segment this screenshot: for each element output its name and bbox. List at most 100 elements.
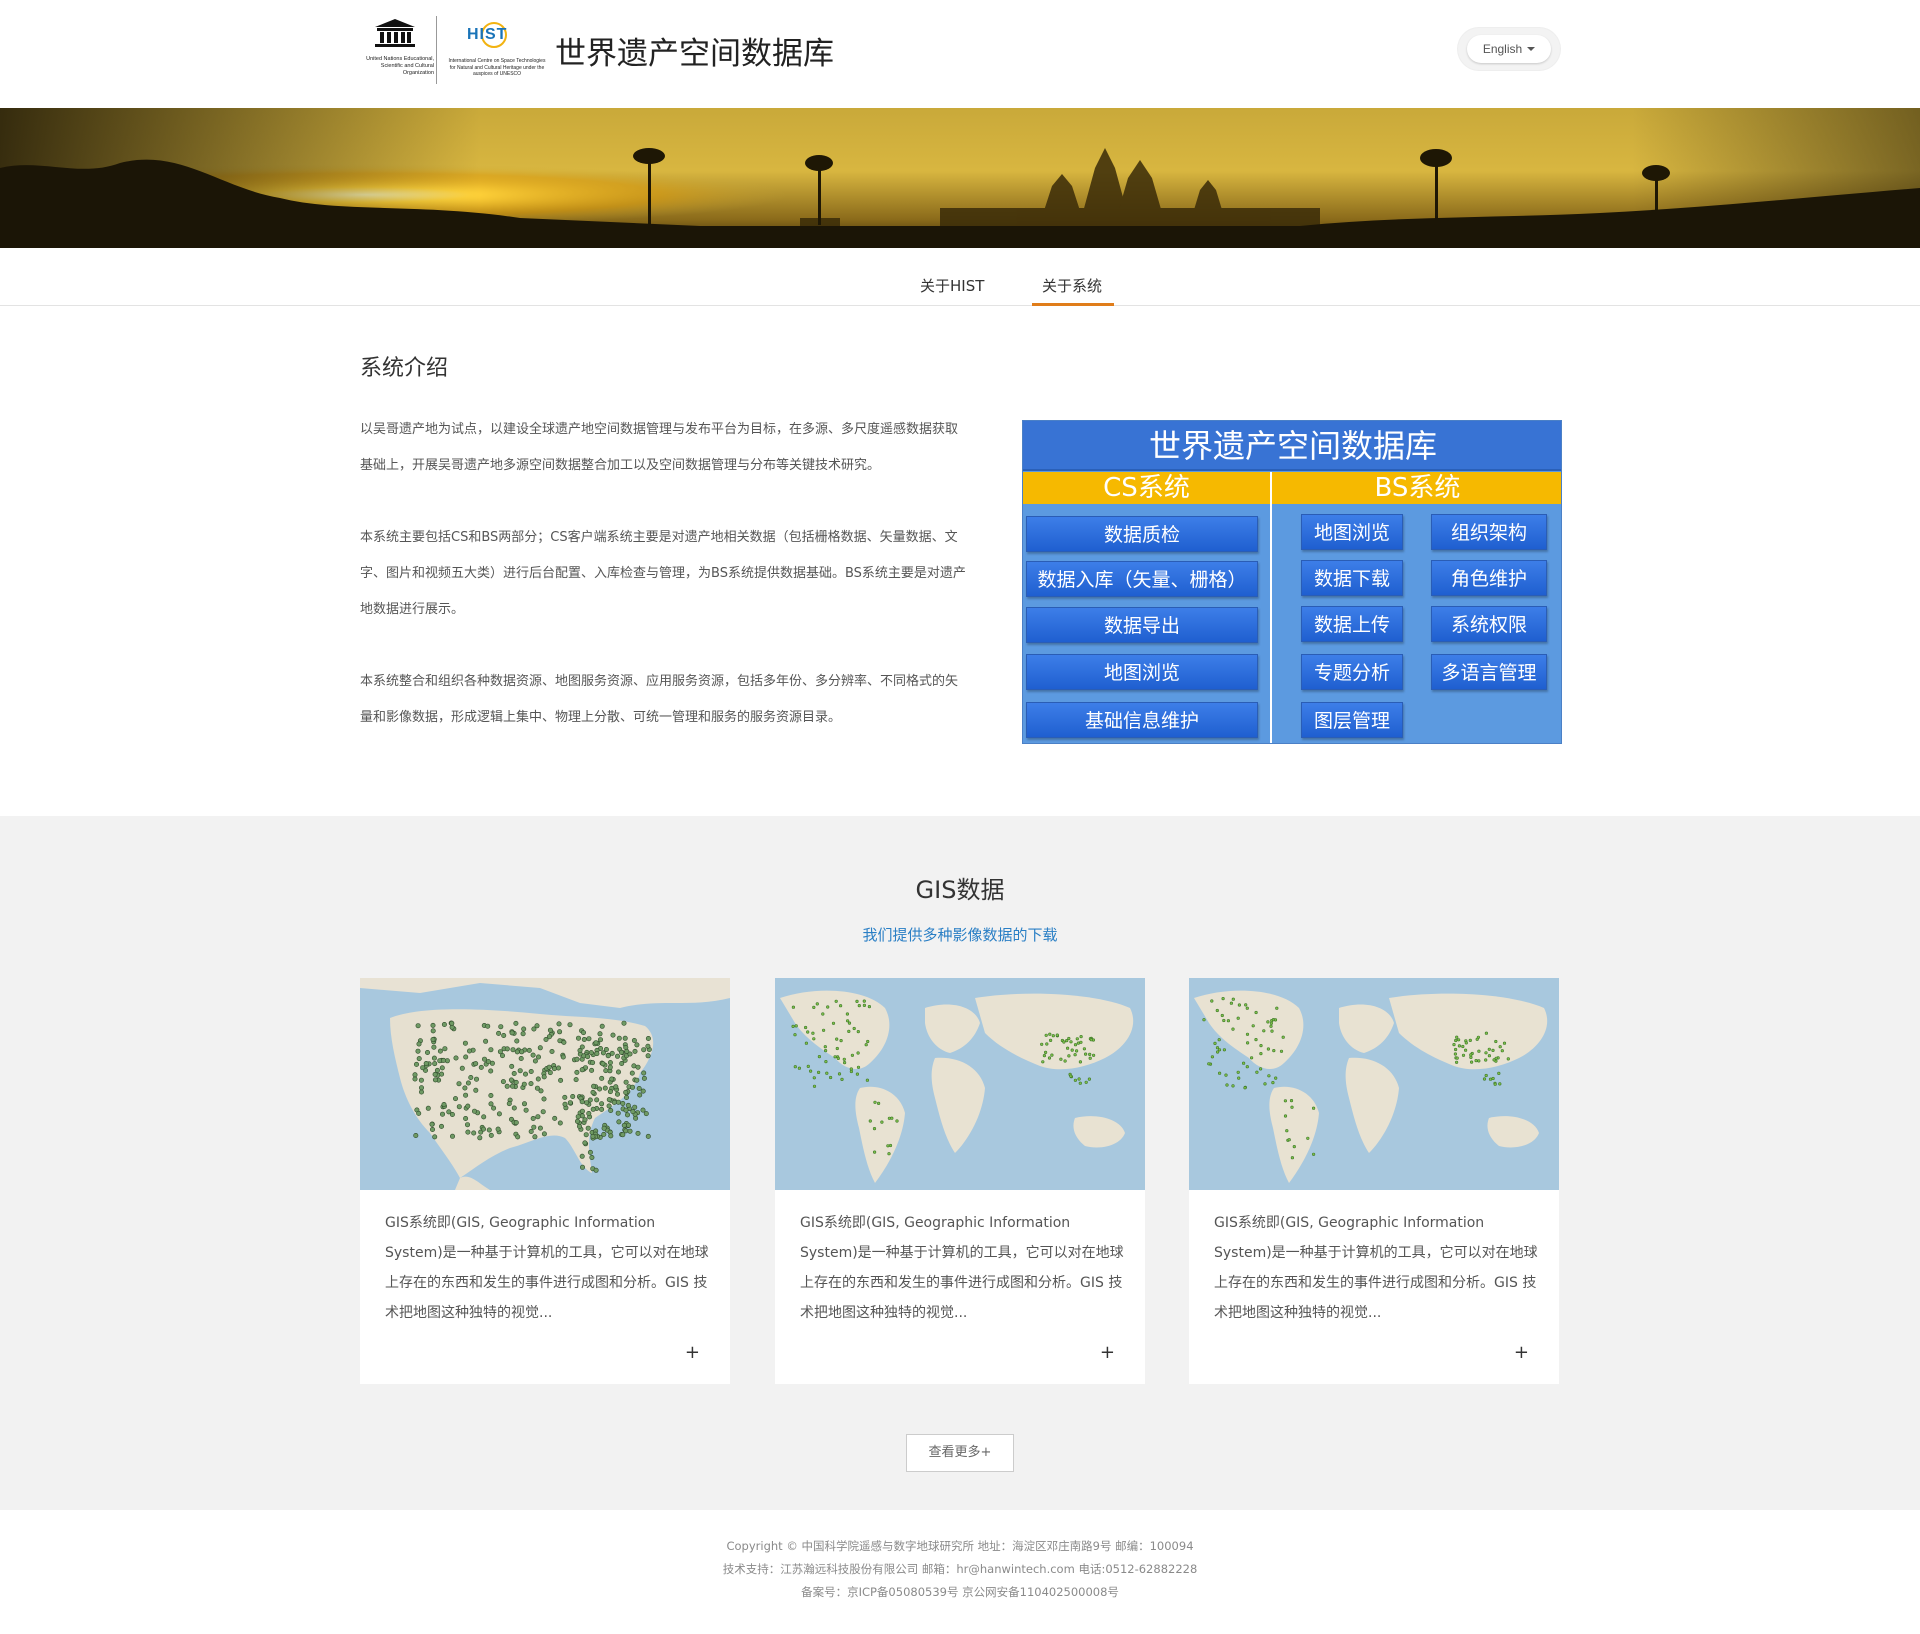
data-point xyxy=(465,1103,471,1109)
data-point xyxy=(526,1047,532,1053)
data-point xyxy=(1262,1029,1266,1033)
data-point xyxy=(823,1048,828,1053)
data-point xyxy=(599,1106,605,1112)
data-point xyxy=(416,1056,422,1062)
data-point xyxy=(1254,1010,1258,1015)
data-point xyxy=(562,1101,568,1107)
data-point xyxy=(485,1059,491,1065)
data-point xyxy=(876,1101,881,1105)
data-point xyxy=(1220,1013,1224,1018)
data-point xyxy=(508,1077,514,1083)
language-switcher[interactable]: English xyxy=(1458,28,1560,70)
data-point xyxy=(793,1033,797,1037)
gis-card[interactable]: GIS系统即(GIS, Geographic Information Syste… xyxy=(775,978,1145,1384)
data-point xyxy=(1089,1038,1093,1042)
data-point xyxy=(615,1099,621,1105)
data-point xyxy=(641,1047,647,1053)
data-point xyxy=(585,1125,591,1131)
tab-about-system[interactable]: 关于系统 xyxy=(1042,275,1102,296)
data-point xyxy=(804,1041,809,1045)
data-point xyxy=(1042,1053,1047,1058)
data-point xyxy=(1272,1048,1276,1053)
data-point xyxy=(546,1034,552,1040)
gis-card[interactable]: GIS系统即(GIS, Geographic Information Syste… xyxy=(360,978,730,1384)
data-point xyxy=(429,1121,435,1127)
data-point xyxy=(1506,1057,1510,1061)
data-point xyxy=(535,1076,541,1082)
data-point xyxy=(1088,1056,1092,1060)
data-point xyxy=(528,1129,534,1135)
data-point xyxy=(432,1061,438,1067)
gis-card[interactable]: GIS系统即(GIS, Geographic Information Syste… xyxy=(1189,978,1559,1384)
data-point xyxy=(1244,1003,1248,1007)
site-footer: Copyright © 中国科学院遥感与数字地球研究所 地址：海淀区邓庄南路9号… xyxy=(0,1510,1920,1634)
data-point xyxy=(591,1083,597,1089)
language-button[interactable]: English xyxy=(1466,35,1552,63)
bs-item: 地图浏览 xyxy=(1301,514,1403,550)
data-point xyxy=(850,1053,854,1057)
data-point xyxy=(413,1061,419,1067)
data-point xyxy=(623,1079,629,1085)
data-point xyxy=(634,1077,640,1083)
data-point xyxy=(579,1067,585,1073)
data-point xyxy=(621,1122,627,1128)
data-point xyxy=(1274,1076,1278,1080)
data-point xyxy=(556,1021,562,1027)
data-point xyxy=(528,1069,534,1075)
data-point xyxy=(562,1094,568,1100)
world-points-map xyxy=(1189,978,1559,1190)
footer-copyright: Copyright © 中国科学院遥感与数字地球研究所 地址：海淀区邓庄南路9号… xyxy=(726,1539,1194,1553)
data-point xyxy=(1469,1053,1473,1057)
data-point xyxy=(450,1133,456,1139)
data-point xyxy=(1069,1074,1073,1078)
data-point xyxy=(622,1035,628,1041)
diagram-title: 世界遗产空间数据库 xyxy=(1023,421,1561,471)
data-point xyxy=(1082,1047,1087,1051)
data-point xyxy=(1067,1036,1071,1041)
data-point xyxy=(1078,1081,1082,1085)
data-point xyxy=(474,1076,480,1082)
data-point xyxy=(1292,1145,1296,1149)
data-point xyxy=(1065,1038,1069,1043)
logo-group[interactable]: United Nations Educational, Scientific a… xyxy=(360,14,834,86)
data-point xyxy=(1455,1056,1459,1060)
data-point xyxy=(812,1005,816,1010)
data-point xyxy=(868,1119,872,1123)
hist-mark: HIST xyxy=(467,26,508,43)
data-point xyxy=(1493,1082,1497,1086)
data-point xyxy=(530,1116,536,1122)
data-point xyxy=(1270,1029,1274,1033)
data-point xyxy=(589,1155,595,1161)
data-point xyxy=(635,1130,641,1136)
bs-item: 组织架构 xyxy=(1431,514,1547,550)
data-point xyxy=(1468,1038,1472,1043)
expand-plus-icon[interactable]: + xyxy=(1514,1342,1529,1363)
tab-about-hist[interactable]: 关于HIST xyxy=(920,275,984,296)
data-point xyxy=(1267,1074,1271,1078)
data-point xyxy=(453,1055,459,1061)
data-point xyxy=(1218,1071,1222,1075)
expand-plus-icon[interactable]: + xyxy=(1100,1342,1115,1363)
data-point xyxy=(523,1107,529,1113)
data-point xyxy=(577,1048,583,1054)
data-point xyxy=(1494,1056,1498,1060)
data-point xyxy=(513,1120,519,1126)
data-point xyxy=(549,1049,555,1055)
expand-plus-icon[interactable]: + xyxy=(685,1342,700,1363)
data-point xyxy=(793,1065,797,1069)
data-point xyxy=(1273,1018,1278,1022)
data-point xyxy=(1210,999,1214,1003)
data-point xyxy=(862,1003,866,1008)
data-point xyxy=(806,1030,810,1034)
data-point xyxy=(1231,997,1235,1001)
data-point xyxy=(873,1100,877,1104)
data-point xyxy=(632,1048,638,1054)
view-more-button[interactable]: 查看更多+ xyxy=(906,1434,1014,1472)
data-point xyxy=(585,1054,591,1060)
data-point xyxy=(631,1037,637,1043)
data-point xyxy=(515,1134,521,1140)
bs-system-label: BS系统 xyxy=(1272,472,1561,504)
data-point xyxy=(1263,1082,1267,1086)
data-point xyxy=(537,1125,543,1131)
data-point xyxy=(812,1037,816,1041)
